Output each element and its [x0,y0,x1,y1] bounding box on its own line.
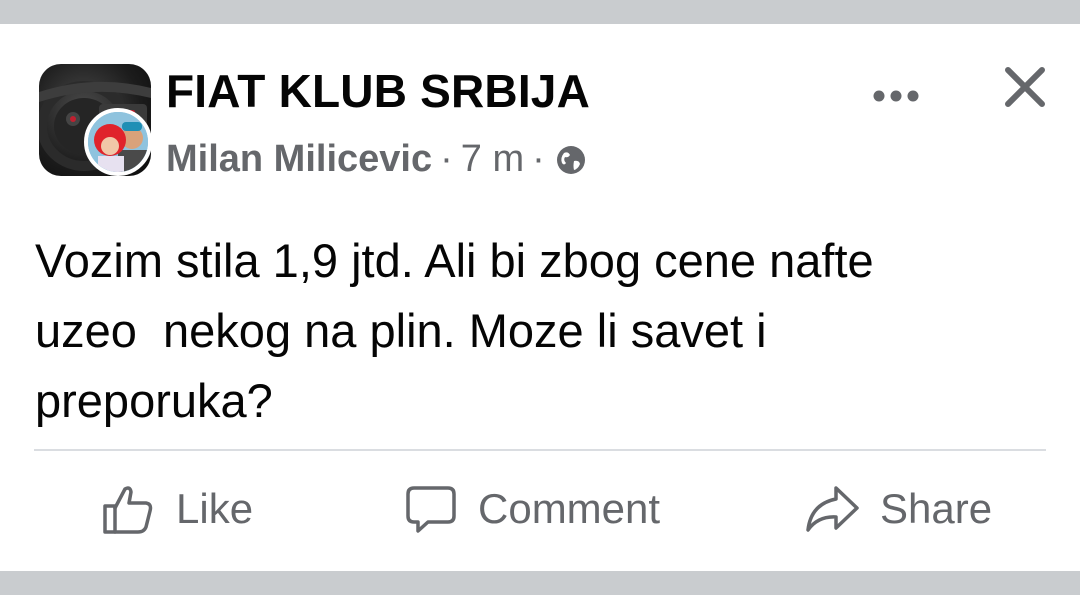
feed-separator-top [0,0,1080,24]
author-name[interactable]: Milan Milicevic [166,138,432,181]
comment-label: Comment [478,485,661,532]
meta-separator: · [532,137,545,180]
feed-separator-bottom [0,571,1080,595]
meta-separator: · [440,137,453,180]
post-card: FIAT KLUB SRBIJA Milan Milicevic · 7 m ·… [0,24,1080,571]
more-horizontal-icon [873,90,919,102]
close-icon [1005,67,1045,107]
thumbs-up-icon [103,486,153,534]
like-button[interactable]: Like [100,464,253,554]
share-button[interactable]: Share [804,464,992,554]
author-avatar[interactable] [84,108,152,176]
divider [34,449,1046,451]
author-photo [88,112,148,172]
post-action-bar: Like Comment Share [0,464,1080,554]
like-label: Like [176,485,254,532]
post-body-text: Vozim stila 1,9 jtd. Ali bi zbog cene na… [35,234,874,427]
globe-icon[interactable] [555,143,587,175]
close-post-button[interactable] [996,58,1054,116]
comment-bubble-icon [406,486,456,533]
post-meta: Milan Milicevic · 7 m · [166,136,587,182]
group-name[interactable]: FIAT KLUB SRBIJA [166,64,590,118]
share-arrow-icon [806,486,859,532]
post-timestamp[interactable]: 7 m [461,138,524,181]
share-label: Share [880,485,993,532]
comment-button[interactable]: Comment [404,464,660,554]
more-options-button[interactable] [868,68,924,124]
